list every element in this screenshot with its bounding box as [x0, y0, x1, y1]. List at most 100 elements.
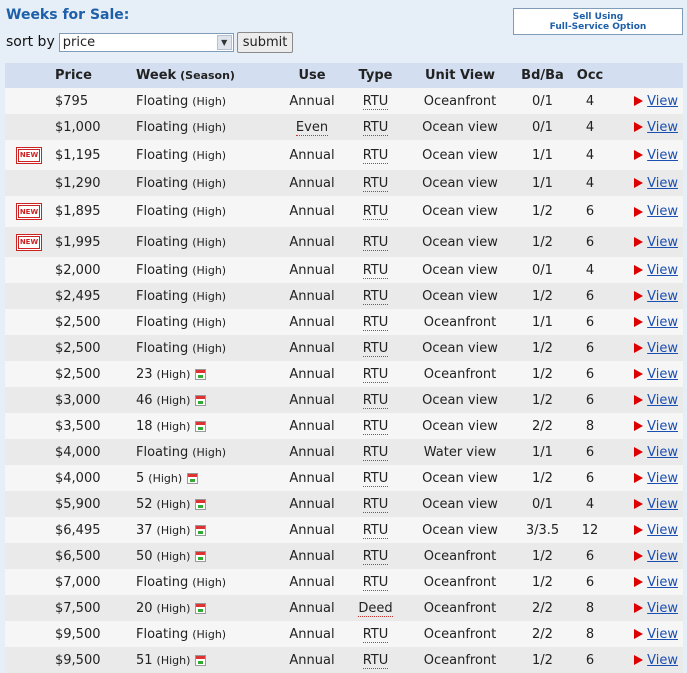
view-link[interactable]: View — [647, 263, 678, 278]
play-arrow-icon[interactable] — [634, 343, 644, 353]
type-cell: RTU — [347, 392, 404, 409]
type-value[interactable]: RTU — [362, 93, 389, 110]
calendar-icon[interactable] — [195, 498, 207, 510]
view-link[interactable]: View — [647, 120, 678, 135]
use-cell: Annual — [277, 471, 347, 486]
play-arrow-icon[interactable] — [634, 96, 644, 106]
play-arrow-icon[interactable] — [634, 421, 644, 431]
type-value[interactable]: RTU — [362, 574, 389, 591]
unit-view-cell: Ocean view — [422, 119, 498, 135]
play-arrow-icon[interactable] — [634, 577, 644, 587]
play-arrow-icon[interactable] — [634, 206, 644, 217]
use-value: Annual — [289, 93, 335, 109]
calendar-icon[interactable] — [195, 550, 207, 562]
play-arrow-icon[interactable] — [634, 655, 644, 665]
use-cell: Annual — [277, 176, 347, 191]
calendar-icon[interactable] — [195, 654, 207, 666]
header-price[interactable]: Price — [53, 68, 136, 83]
view-link[interactable]: View — [647, 497, 678, 512]
view-link[interactable]: View — [647, 471, 678, 486]
view-link[interactable]: View — [647, 445, 678, 460]
type-value[interactable]: RTU — [362, 626, 389, 643]
week-cell: Floating (High) — [136, 627, 277, 642]
play-arrow-icon[interactable] — [634, 603, 644, 613]
header-week[interactable]: Week (Season) — [136, 68, 277, 83]
header-unit-view[interactable]: Unit View — [404, 68, 516, 83]
type-value[interactable]: RTU — [362, 262, 389, 279]
play-arrow-icon[interactable] — [634, 265, 644, 275]
calendar-icon[interactable] — [187, 472, 199, 484]
play-arrow-icon[interactable] — [634, 291, 644, 301]
type-value[interactable]: RTU — [362, 314, 389, 331]
type-value[interactable]: RTU — [362, 119, 389, 136]
type-value[interactable]: Deed — [358, 600, 393, 617]
play-arrow-icon[interactable] — [634, 525, 644, 535]
view-link[interactable]: View — [647, 627, 678, 642]
view-link[interactable]: View — [647, 393, 678, 408]
view-link[interactable]: View — [647, 235, 678, 250]
type-value[interactable]: RTU — [362, 204, 389, 220]
calendar-icon[interactable] — [195, 394, 207, 406]
view-link[interactable]: View — [647, 176, 678, 191]
calendar-icon[interactable] — [195, 368, 207, 380]
calendar-icon[interactable] — [195, 602, 207, 614]
submit-button[interactable]: submit — [236, 31, 294, 53]
view-link[interactable]: View — [647, 204, 678, 219]
view-link[interactable]: View — [647, 549, 678, 564]
type-value[interactable]: RTU — [362, 652, 389, 669]
view-link[interactable]: View — [647, 367, 678, 382]
type-value[interactable]: RTU — [362, 496, 389, 513]
view-link[interactable]: View — [647, 94, 678, 109]
type-value[interactable]: RTU — [362, 470, 389, 487]
type-value[interactable]: RTU — [362, 522, 389, 539]
view-link[interactable]: View — [647, 289, 678, 304]
view-link[interactable]: View — [647, 575, 678, 590]
full-service-option-button[interactable]: Sell Using Full-Service Option — [513, 8, 683, 35]
header-type[interactable]: Type — [347, 68, 404, 83]
play-arrow-icon[interactable] — [634, 237, 644, 247]
play-arrow-icon[interactable] — [634, 551, 644, 561]
play-arrow-icon[interactable] — [634, 317, 644, 327]
sort-label: sort by — [6, 34, 55, 50]
type-value[interactable]: RTU — [362, 288, 389, 305]
play-arrow-icon[interactable] — [634, 369, 644, 379]
chevron-down-icon[interactable]: ▼ — [216, 34, 232, 50]
season-value: (High) — [156, 419, 191, 433]
season-value: (High) — [156, 497, 191, 511]
use-cell: Annual — [277, 627, 347, 642]
play-arrow-icon[interactable] — [634, 150, 644, 160]
type-value[interactable]: RTU — [362, 548, 389, 565]
view-link[interactable]: View — [647, 148, 678, 163]
use-value: Annual — [289, 522, 335, 538]
header-bdba[interactable]: Bd/Ba — [516, 68, 569, 83]
type-value[interactable]: RTU — [362, 418, 389, 435]
type-value[interactable]: RTU — [362, 175, 389, 192]
view-link[interactable]: View — [647, 315, 678, 330]
season-value: (High) — [192, 627, 227, 641]
view-link[interactable]: View — [647, 601, 678, 616]
view-link[interactable]: View — [647, 523, 678, 538]
type-value[interactable]: RTU — [362, 340, 389, 357]
view-link[interactable]: View — [647, 341, 678, 356]
calendar-icon[interactable] — [195, 524, 207, 536]
view-link[interactable]: View — [647, 653, 678, 668]
type-value[interactable]: RTU — [362, 234, 389, 251]
use-value[interactable]: Even — [295, 119, 329, 136]
type-value[interactable]: RTU — [362, 366, 389, 383]
type-value[interactable]: RTU — [362, 444, 389, 461]
play-arrow-icon[interactable] — [634, 447, 644, 457]
view-link[interactable]: View — [647, 419, 678, 434]
play-arrow-icon[interactable] — [634, 473, 644, 483]
header-use[interactable]: Use — [277, 68, 347, 83]
play-arrow-icon[interactable] — [634, 395, 644, 405]
play-arrow-icon[interactable] — [634, 122, 644, 132]
header-occ[interactable]: Occ — [569, 68, 611, 83]
calendar-icon[interactable] — [195, 420, 207, 432]
play-arrow-icon[interactable] — [634, 629, 644, 639]
type-value[interactable]: RTU — [362, 392, 389, 409]
type-value[interactable]: RTU — [362, 147, 389, 164]
sort-select[interactable]: price ▼ — [58, 32, 234, 52]
season-value: (High) — [156, 523, 191, 537]
play-arrow-icon[interactable] — [634, 178, 644, 188]
play-arrow-icon[interactable] — [634, 499, 644, 509]
